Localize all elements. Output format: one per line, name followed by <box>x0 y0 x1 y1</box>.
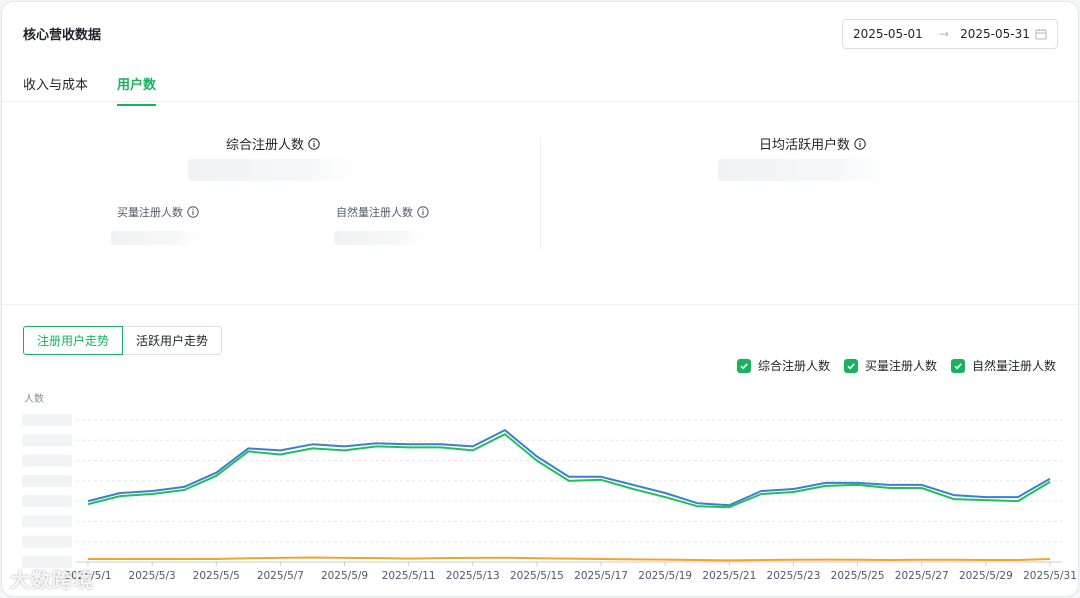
legend-label: 综合注册人数 <box>757 359 830 373</box>
metric-dau-label: 日均活跃用户数 <box>759 138 851 153</box>
y-tick-redacted <box>22 434 72 447</box>
metric-total-reg: 综合注册人数 <box>226 134 320 153</box>
metric-dau-value-redacted <box>718 159 888 181</box>
info-icon[interactable] <box>417 206 429 218</box>
x-tick-label: 2025/5/29 <box>959 570 1013 582</box>
calendar-icon[interactable] <box>1035 28 1047 40</box>
seg-register-trend[interactable]: 注册用户走势 <box>23 326 124 355</box>
x-tick-label: 2025/5/21 <box>702 570 756 582</box>
x-tick-label: 2025/5/15 <box>510 570 564 582</box>
metric-total-reg-value-redacted <box>188 159 358 181</box>
watermark-logo: 大数跨境 <box>10 568 94 592</box>
metrics-divider <box>2 304 1078 305</box>
info-icon[interactable] <box>308 137 320 150</box>
series-line-bought-reg <box>87 433 1051 509</box>
date-arrow: → <box>938 27 950 41</box>
y-tick-redacted <box>22 414 72 426</box>
y-tick-redacted <box>22 474 72 487</box>
chart-legend: 综合注册人数 买量注册人数 自然量注册人数 <box>736 357 1056 374</box>
tabs-divider <box>2 101 1078 102</box>
x-tick-label: 2025/5/13 <box>446 570 500 582</box>
info-icon[interactable] <box>187 206 199 218</box>
seg-active-trend[interactable]: 活跃用户走势 <box>123 326 223 355</box>
info-icon[interactable] <box>854 137 866 150</box>
date-start[interactable]: 2025-05-01 <box>853 27 933 41</box>
registration-trend-chart: 2025/5/1 2025/5/3 2025/5/5 2025/5/7 2025/5/9… <box>22 414 1077 582</box>
x-tick-label: 2025/5/25 <box>831 570 885 582</box>
metric-natural-reg: 自然量注册人数 <box>336 204 429 220</box>
metric-bought-reg-label: 买量注册人数 <box>117 206 183 219</box>
x-tick-label: 2025/5/19 <box>638 570 692 582</box>
metric-total-reg-label: 综合注册人数 <box>226 138 305 153</box>
metric-natural-reg-value-redacted <box>334 231 426 245</box>
legend-label: 自然量注册人数 <box>971 359 1056 373</box>
series-line-natural-reg <box>88 556 1051 562</box>
x-tick-label: 2025/5/11 <box>382 570 436 582</box>
legend-bought-reg[interactable]: 买量注册人数 <box>843 357 937 374</box>
date-end[interactable]: 2025-05-31 <box>955 27 1035 41</box>
x-tick-label: 2025/5/3 <box>129 570 176 582</box>
metric-dau: 日均活跃用户数 <box>759 134 866 153</box>
y-tick-redacted <box>22 515 72 528</box>
checkbox-checked-icon[interactable] <box>843 358 858 373</box>
x-tick-label: 2025/5/7 <box>257 570 304 582</box>
x-tick-label: 2025/5/5 <box>193 570 240 582</box>
metrics-vertical-divider <box>540 137 541 249</box>
y-tick-redacted <box>22 454 72 467</box>
metric-bought-reg: 买量注册人数 <box>117 204 199 220</box>
legend-natural-reg[interactable]: 自然量注册人数 <box>950 357 1056 374</box>
metric-bought-reg-value-redacted <box>111 231 201 245</box>
y-tick-redacted <box>22 535 72 548</box>
x-tick-label: 2025/5/31 <box>1023 570 1077 582</box>
card-title: 核心营收数据 <box>23 28 102 43</box>
x-tick-label: 2025/5/23 <box>767 570 821 582</box>
y-tick-redacted <box>22 495 72 508</box>
trend-segment-control: 注册用户走势 活跃用户走势 <box>23 326 223 355</box>
legend-total-reg[interactable]: 综合注册人数 <box>736 357 830 374</box>
series-line-total-reg <box>87 429 1051 507</box>
date-range-picker[interactable]: 2025-05-01 → 2025-05-31 <box>842 19 1058 49</box>
checkbox-checked-icon[interactable] <box>950 358 965 373</box>
checkbox-checked-icon[interactable] <box>736 358 751 373</box>
legend-label: 买量注册人数 <box>864 359 937 373</box>
core-revenue-card: 核心营收数据 2025-05-01 → 2025-05-31 收入与成本 用户数… <box>1 1 1079 597</box>
metric-natural-reg-label: 自然量注册人数 <box>336 206 413 219</box>
x-tick-label: 2025/5/9 <box>321 570 368 582</box>
x-tick-label: 2025/5/27 <box>895 570 949 582</box>
x-tick-label: 2025/5/17 <box>574 570 628 582</box>
